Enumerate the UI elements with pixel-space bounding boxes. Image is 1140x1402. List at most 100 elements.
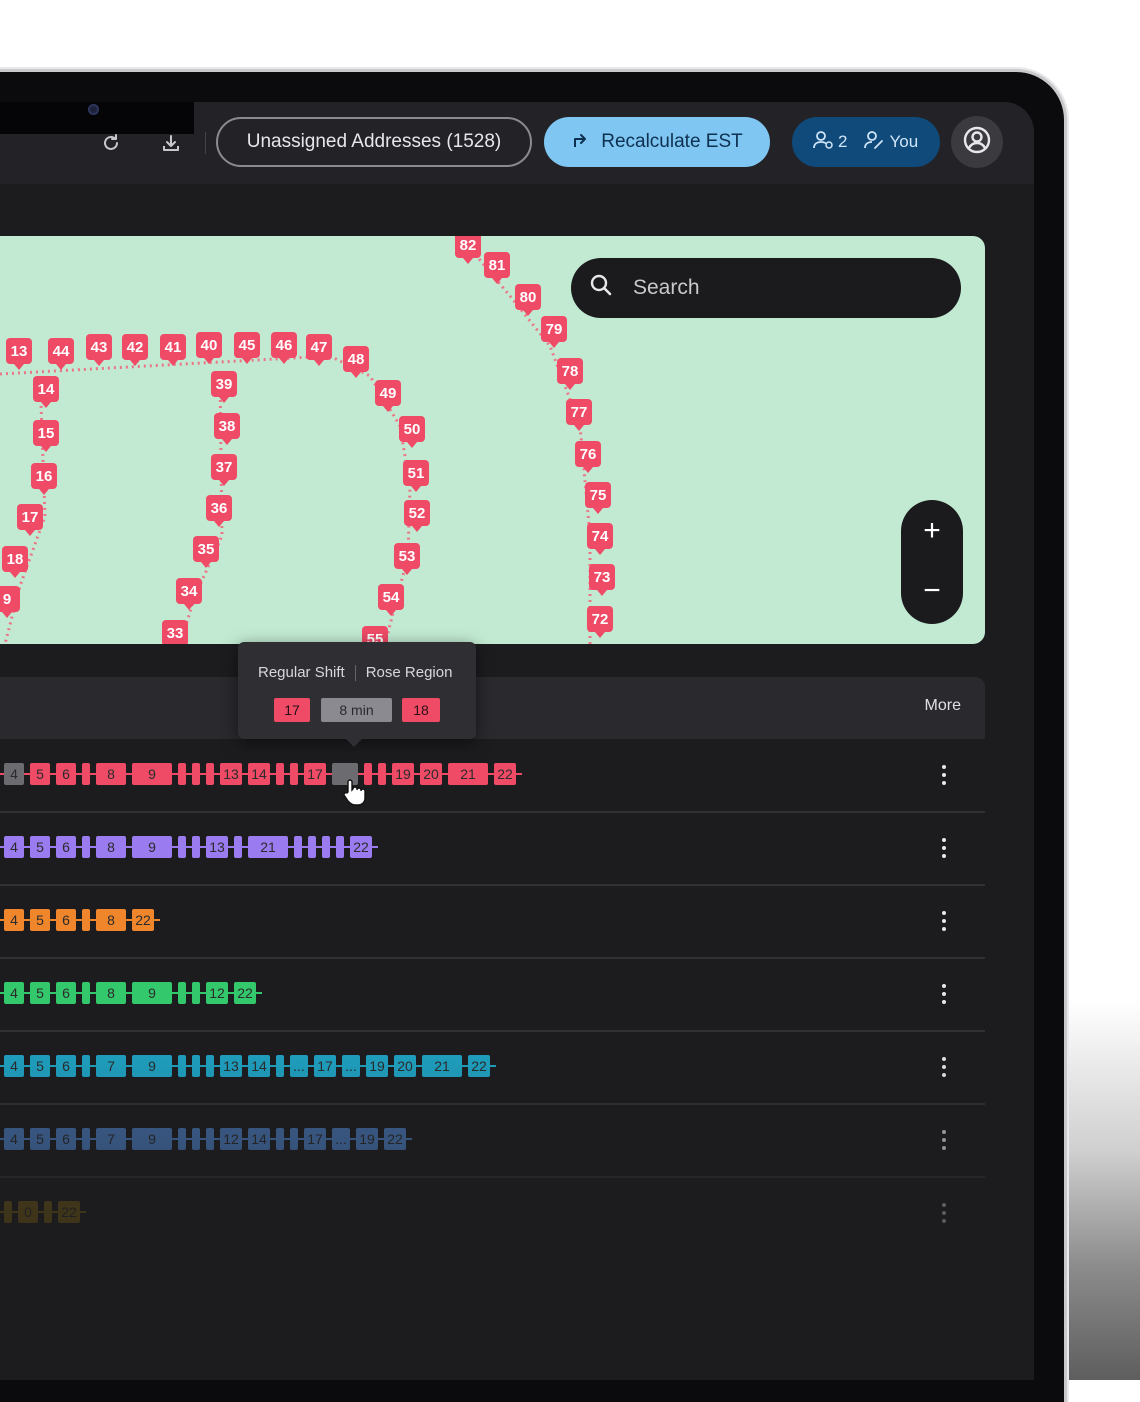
route-stop-segment[interactable]: 4 xyxy=(4,1055,24,1077)
route-stop-segment[interactable]: ... xyxy=(290,1055,308,1077)
map-stop-pin[interactable]: 9 xyxy=(0,586,20,618)
route-stop-segment[interactable]: 22 xyxy=(384,1128,406,1150)
route-stop-segment[interactable] xyxy=(82,836,90,858)
route-stop-segment[interactable]: 19 xyxy=(356,1128,378,1150)
route-stop-segment[interactable]: 9 xyxy=(132,1128,172,1150)
map-search-bar[interactable]: Search xyxy=(571,258,961,318)
map-stop-pin[interactable]: 54 xyxy=(378,584,404,616)
map-stop-pin[interactable]: 41 xyxy=(160,334,186,366)
route-stop-segment[interactable]: 19 xyxy=(392,763,414,785)
route-stop-segment[interactable]: 8 xyxy=(96,909,126,931)
route-stop-segment[interactable]: 4 xyxy=(4,982,24,1004)
map-stop-pin[interactable]: 40 xyxy=(196,332,222,364)
route-row[interactable]: 4 5 6 7 9 13 14... 17... 19 20 21 22 xyxy=(0,1031,985,1105)
route-stop-segment[interactable]: 6 xyxy=(56,982,76,1004)
route-stop-segment[interactable]: 5 xyxy=(30,1128,50,1150)
account-avatar-button[interactable] xyxy=(951,116,1003,168)
route-stop-segment[interactable]: 6 xyxy=(56,1128,76,1150)
unassigned-addresses-button[interactable]: Unassigned Addresses (1528) xyxy=(216,117,532,167)
route-stop-segment[interactable]: 8 xyxy=(96,836,126,858)
route-stop-segment[interactable]: 6 xyxy=(56,1055,76,1077)
route-stop-segment[interactable]: 5 xyxy=(30,763,50,785)
map-stop-pin[interactable]: 80 xyxy=(515,284,541,316)
route-stop-segment[interactable]: 12 xyxy=(220,1128,242,1150)
map-stop-pin[interactable]: 82 xyxy=(455,236,481,264)
map-stop-pin[interactable]: 74 xyxy=(587,523,613,555)
route-stop-segment[interactable]: 22 xyxy=(234,982,256,1004)
route-row[interactable]: 4 5 6 8 9 12 22 xyxy=(0,958,985,1032)
map-stop-pin[interactable]: 51 xyxy=(403,460,429,492)
route-stop-segment[interactable] xyxy=(82,982,90,1004)
route-stop-segment[interactable]: 9 xyxy=(132,982,172,1004)
route-stop-segment[interactable]: 12 xyxy=(206,982,228,1004)
route-row[interactable]: 4 5 6 7 9 12 14 17... 19 22 xyxy=(0,1104,985,1178)
users-presence-button[interactable]: 2 You xyxy=(792,117,940,167)
map-stop-pin[interactable]: 37 xyxy=(211,454,237,486)
route-stop-segment[interactable]: 19 xyxy=(366,1055,388,1077)
route-stop-segment[interactable]: 14 xyxy=(248,1055,270,1077)
row-menu-icon[interactable] xyxy=(936,911,952,931)
map-stop-pin[interactable]: 46 xyxy=(271,332,297,364)
map-stop-pin[interactable]: 75 xyxy=(585,482,611,514)
route-stop-segment[interactable]: 7 xyxy=(96,1128,126,1150)
route-stop-segment[interactable] xyxy=(178,763,186,785)
route-stop-segment[interactable]: 14 xyxy=(248,1128,270,1150)
route-stop-segment[interactable]: 9 xyxy=(132,1055,172,1077)
map-stop-pin[interactable]: 47 xyxy=(306,334,332,366)
map-stop-pin[interactable]: 35 xyxy=(193,536,219,568)
route-stop-segment[interactable]: 20 xyxy=(420,763,442,785)
route-stop-segment[interactable] xyxy=(322,836,330,858)
map-stop-pin[interactable]: 39 xyxy=(211,371,237,403)
route-stop-segment[interactable]: 4 xyxy=(4,763,24,785)
map-stop-pin[interactable]: 73 xyxy=(589,564,615,596)
map-stop-pin[interactable]: 77 xyxy=(566,399,592,431)
route-stop-segment[interactable] xyxy=(294,836,302,858)
route-stop-segment[interactable] xyxy=(82,909,90,931)
route-stop-segment[interactable]: 4 xyxy=(4,1128,24,1150)
route-stop-segment[interactable]: 8 xyxy=(96,763,126,785)
route-stop-segment[interactable] xyxy=(178,982,186,1004)
route-stop-segment[interactable]: 22 xyxy=(468,1055,490,1077)
map-stop-pin[interactable]: 14 xyxy=(33,376,59,408)
map-stop-pin[interactable]: 13 xyxy=(6,338,32,370)
map-stop-pin[interactable]: 52 xyxy=(404,500,430,532)
route-stop-segment[interactable]: 5 xyxy=(30,909,50,931)
route-stop-segment[interactable] xyxy=(82,763,90,785)
route-stop-segment[interactable] xyxy=(234,836,242,858)
route-stop-segment[interactable] xyxy=(290,1128,298,1150)
row-menu-icon[interactable] xyxy=(936,838,952,858)
map-stop-pin[interactable]: 42 xyxy=(122,334,148,366)
route-stop-segment[interactable]: 4 xyxy=(4,836,24,858)
map-stop-pin[interactable]: 50 xyxy=(399,416,425,448)
map-stop-pin[interactable]: 81 xyxy=(484,252,510,284)
route-row[interactable]: 4 5 6 8 22 xyxy=(0,885,985,959)
route-stop-segment[interactable]: 17 xyxy=(314,1055,336,1077)
route-stop-segment[interactable] xyxy=(192,1055,200,1077)
route-stop-segment[interactable]: 5 xyxy=(30,836,50,858)
route-stop-segment[interactable]: ... xyxy=(332,1128,350,1150)
map-stop-pin[interactable]: 34 xyxy=(176,578,202,610)
route-stop-segment[interactable]: 22 xyxy=(132,909,154,931)
route-stop-segment[interactable] xyxy=(82,1128,90,1150)
row-menu-icon[interactable] xyxy=(936,765,952,785)
route-stop-segment[interactable]: 14 xyxy=(248,763,270,785)
route-stop-segment[interactable] xyxy=(178,1128,186,1150)
route-stop-segment[interactable]: 13 xyxy=(220,763,242,785)
route-stop-segment[interactable] xyxy=(206,1055,214,1077)
map-stop-pin[interactable]: 79 xyxy=(541,316,567,348)
map-stop-pin[interactable]: 48 xyxy=(343,346,369,378)
map-stop-pin[interactable]: 15 xyxy=(33,420,59,452)
route-stop-segment[interactable] xyxy=(192,836,200,858)
route-stop-segment[interactable]: 9 xyxy=(132,836,172,858)
map-stop-pin[interactable]: 17 xyxy=(17,504,43,536)
route-stop-segment[interactable] xyxy=(206,763,214,785)
row-menu-icon[interactable] xyxy=(936,984,952,1004)
route-stop-segment[interactable]: 22 xyxy=(350,836,372,858)
map-stop-pin[interactable]: 53 xyxy=(394,543,420,575)
route-stop-segment[interactable] xyxy=(308,836,316,858)
route-stop-segment[interactable] xyxy=(192,763,200,785)
route-stop-segment[interactable]: 22 xyxy=(494,763,516,785)
route-row[interactable]: 4 5 6 8 9 13 14 17 19 20 21 22 xyxy=(0,739,985,813)
route-stop-segment[interactable]: 6 xyxy=(56,909,76,931)
route-stop-segment[interactable] xyxy=(178,836,186,858)
